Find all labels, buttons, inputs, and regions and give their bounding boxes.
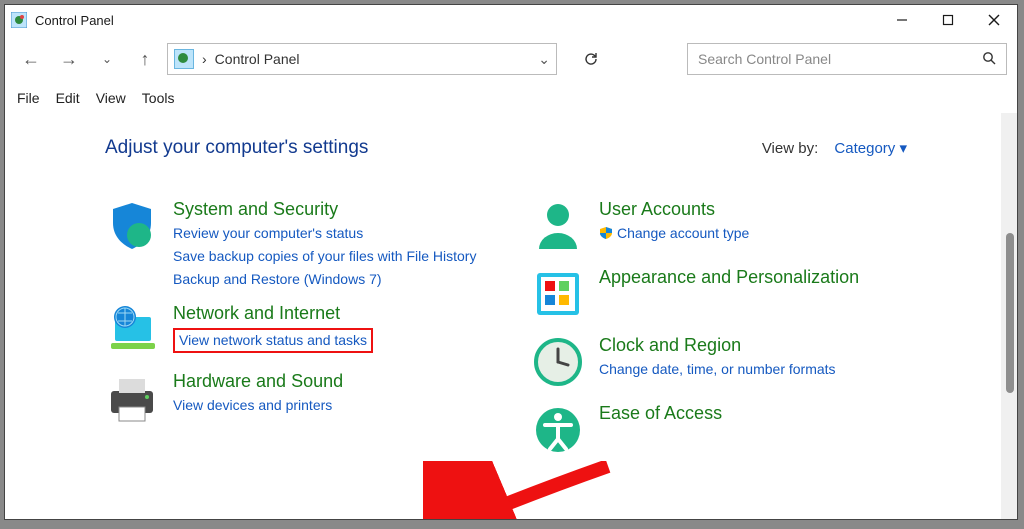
category-ease-of-access: Ease of Access — [531, 403, 931, 457]
menubar: File Edit View Tools — [5, 83, 1017, 113]
menu-tools[interactable]: Tools — [142, 90, 175, 106]
back-button[interactable]: ← — [15, 43, 47, 75]
highlight-annotation: View network status and tasks — [173, 328, 373, 353]
clock-icon — [531, 335, 585, 389]
annotation-arrow — [423, 461, 613, 519]
search-placeholder: Search Control Panel — [698, 51, 831, 67]
window-title: Control Panel — [35, 13, 114, 28]
close-button[interactable] — [971, 5, 1017, 35]
recent-locations-button[interactable]: ⌄ — [91, 43, 123, 75]
menu-file[interactable]: File — [17, 90, 40, 106]
category-appearance: Appearance and Personalization — [531, 267, 931, 321]
category-clock-region: Clock and Region Change date, time, or n… — [531, 335, 931, 389]
hardware-sound-title[interactable]: Hardware and Sound — [173, 371, 343, 392]
category-system-security: System and Security Review your computer… — [105, 199, 505, 289]
right-column: User Accounts Change account type — [531, 199, 931, 457]
network-internet-title[interactable]: Network and Internet — [173, 303, 373, 324]
ease-of-access-title[interactable]: Ease of Access — [599, 403, 722, 424]
search-icon[interactable] — [982, 51, 996, 68]
scrollbar-thumb[interactable] — [1006, 233, 1014, 393]
appearance-icon — [531, 267, 585, 321]
link-network-status[interactable]: View network status and tasks — [179, 332, 367, 348]
control-panel-icon — [11, 12, 27, 28]
breadcrumb-sep: › — [202, 51, 207, 67]
menu-edit[interactable]: Edit — [56, 90, 80, 106]
breadcrumb[interactable]: Control Panel — [215, 51, 300, 67]
printer-icon — [105, 371, 159, 425]
view-by-dropdown[interactable]: Category ▾ — [834, 140, 907, 157]
link-review-status[interactable]: Review your computer's status — [173, 224, 476, 243]
appearance-title[interactable]: Appearance and Personalization — [599, 267, 859, 288]
refresh-button[interactable] — [573, 43, 609, 75]
network-icon — [105, 303, 159, 357]
minimize-button[interactable] — [879, 5, 925, 35]
forward-button[interactable]: → — [53, 43, 85, 75]
link-devices-printers[interactable]: View devices and printers — [173, 396, 343, 415]
ease-of-access-icon — [531, 403, 585, 457]
left-column: System and Security Review your computer… — [105, 199, 505, 457]
control-panel-mini-icon — [174, 49, 194, 69]
toolbar: ← → ⌄ ↑ › Control Panel ⌄ Search Control… — [5, 35, 1017, 83]
refresh-icon — [583, 51, 599, 67]
view-by-value: Category — [834, 140, 895, 157]
category-network-internet: Network and Internet View network status… — [105, 303, 505, 357]
uac-shield-icon — [599, 226, 613, 240]
link-file-history[interactable]: Save backup copies of your files with Fi… — [173, 247, 476, 266]
window-buttons — [879, 5, 1017, 35]
user-icon — [531, 199, 585, 253]
scrollbar[interactable] — [1001, 113, 1017, 519]
category-hardware-sound: Hardware and Sound View devices and prin… — [105, 371, 505, 425]
search-input[interactable]: Search Control Panel — [687, 43, 1007, 75]
chevron-down-icon[interactable]: ⌄ — [538, 51, 550, 68]
user-accounts-title[interactable]: User Accounts — [599, 199, 749, 220]
maximize-button[interactable] — [925, 5, 971, 35]
view-by: View by: Category ▾ — [762, 139, 907, 157]
link-change-account-type-label: Change account type — [617, 225, 749, 241]
titlebar: Control Panel — [5, 5, 1017, 35]
link-backup-restore[interactable]: Backup and Restore (Windows 7) — [173, 270, 476, 289]
address-bar[interactable]: › Control Panel ⌄ — [167, 43, 557, 75]
clock-region-title[interactable]: Clock and Region — [599, 335, 836, 356]
system-security-title[interactable]: System and Security — [173, 199, 476, 220]
link-change-account-type[interactable]: Change account type — [599, 224, 749, 243]
up-button[interactable]: ↑ — [129, 43, 161, 75]
view-by-label: View by: — [762, 140, 818, 157]
link-date-time-formats[interactable]: Change date, time, or number formats — [599, 360, 836, 379]
shield-icon — [105, 199, 159, 253]
menu-view[interactable]: View — [96, 90, 126, 106]
control-panel-window: Control Panel ← → ⌄ ↑ › Control Panel ⌄ — [4, 4, 1018, 520]
category-user-accounts: User Accounts Change account type — [531, 199, 931, 253]
content: Adjust your computer's settings View by:… — [5, 113, 1017, 519]
